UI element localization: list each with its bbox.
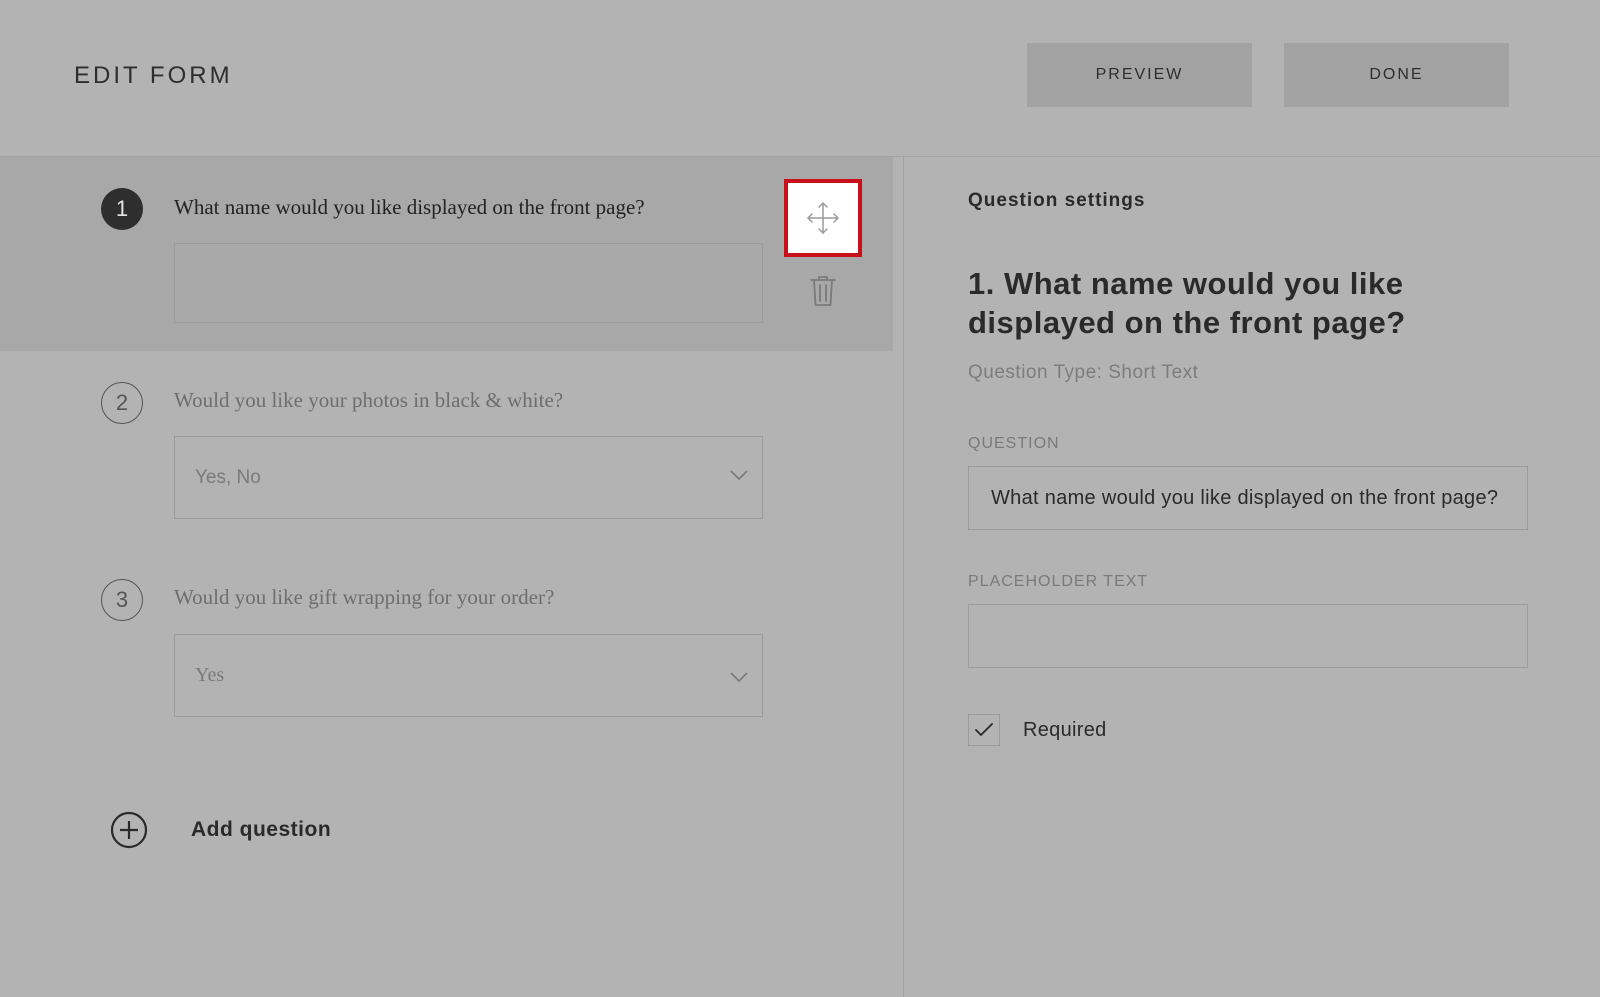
- placeholder-field-label: PLACEHOLDER TEXT: [968, 573, 1149, 590]
- chevron-down-icon: [730, 470, 748, 481]
- add-question-label: Add question: [191, 818, 332, 841]
- question-text[interactable]: What name would you like displayed on th…: [174, 195, 645, 220]
- settings-question-heading: 1. What name would you like displayed on…: [968, 266, 1406, 340]
- placeholder-input[interactable]: [968, 604, 1528, 668]
- page-title: EDIT FORM: [74, 62, 233, 89]
- question-number-badge: 2: [101, 382, 143, 424]
- move-handle[interactable]: [784, 179, 862, 257]
- select-value: Yes, No: [195, 466, 261, 488]
- question-number-badge: 3: [101, 579, 143, 621]
- preview-button[interactable]: PREVIEW: [1027, 43, 1252, 107]
- plus-circle-icon: [110, 811, 148, 849]
- select-preview-field[interactable]: Yes, No: [174, 436, 763, 519]
- question-field-label: QUESTION: [968, 435, 1060, 452]
- question-number-badge: 1: [101, 188, 143, 230]
- page-header: EDIT FORM PREVIEW DONE: [0, 0, 1600, 157]
- add-question-button[interactable]: Add question: [110, 811, 331, 849]
- question-text[interactable]: Would you like gift wrapping for your or…: [174, 585, 554, 610]
- short-text-preview-field: [174, 243, 763, 323]
- checkmark-icon: [975, 723, 993, 736]
- move-arrows-icon: [807, 202, 839, 234]
- trash-icon: [810, 276, 836, 306]
- settings-title: Question settings: [968, 190, 1146, 211]
- question-type-label: Question Type: Short Text: [968, 362, 1199, 383]
- required-checkbox-row[interactable]: Required: [968, 714, 1107, 746]
- question-list: 1 What name would you like displayed on …: [0, 157, 903, 997]
- delete-question-button[interactable]: [809, 275, 837, 312]
- required-checkbox[interactable]: [968, 714, 1000, 746]
- select-value: Yes: [195, 664, 225, 686]
- question-settings-panel: Question settings 1. What name would you…: [904, 157, 1600, 997]
- question-text[interactable]: Would you like your photos in black & wh…: [174, 388, 563, 413]
- select-preview-field[interactable]: Yes: [174, 634, 763, 717]
- question-input[interactable]: What name would you like displayed on th…: [968, 466, 1528, 530]
- required-label: Required: [1023, 718, 1107, 741]
- done-button[interactable]: DONE: [1284, 43, 1509, 107]
- chevron-down-icon: [730, 672, 748, 683]
